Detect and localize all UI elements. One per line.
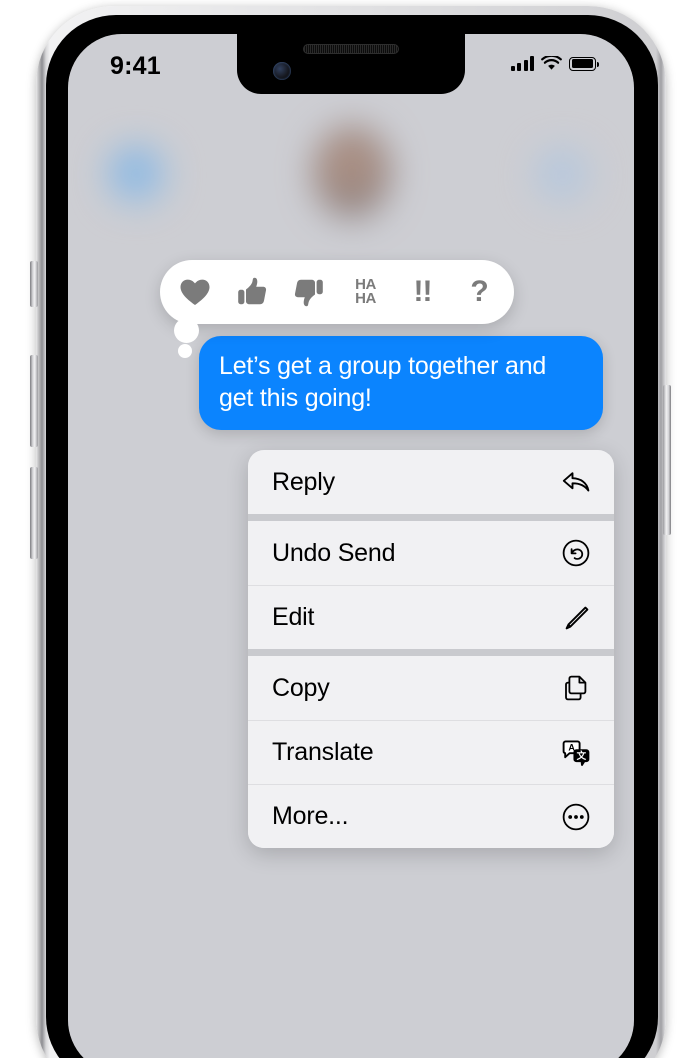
notch (237, 34, 465, 94)
question-label: ? (470, 275, 489, 309)
front-camera-icon (273, 62, 291, 80)
heart-icon[interactable] (172, 269, 218, 315)
menu-group-2: Undo Send Edit (248, 521, 614, 649)
power-button[interactable] (663, 385, 671, 535)
thumbs-up-icon[interactable] (229, 269, 275, 315)
copy-documents-icon (561, 673, 591, 703)
menu-item-reply-label: Reply (272, 467, 335, 496)
svg-text:文: 文 (576, 750, 587, 762)
menu-group-1: Reply (248, 450, 614, 514)
menu-item-copy[interactable]: Copy (248, 656, 614, 720)
translate-bubbles-icon: A 文 (561, 738, 591, 768)
exclamation-label: !! (413, 275, 433, 309)
pencil-icon (561, 603, 591, 633)
tapback-tail-dot-small (178, 344, 192, 358)
menu-item-reply[interactable]: Reply (248, 450, 614, 514)
menu-item-undo-send-label: Undo Send (272, 538, 396, 567)
silent-switch-button[interactable] (30, 261, 38, 307)
menu-item-more[interactable]: More... (248, 784, 614, 848)
tapback-reaction-bar[interactable]: HA HA !! ? (160, 260, 514, 324)
message-text: Let’s get a group together and get this … (219, 352, 547, 412)
menu-group-3: Copy Translate A 文 More... (248, 656, 614, 848)
volume-down-button[interactable] (30, 467, 38, 559)
bubble-tail-icon (581, 406, 609, 430)
thumbs-down-icon[interactable] (286, 269, 332, 315)
undo-circle-icon (561, 538, 591, 568)
menu-item-translate-label: Translate (272, 738, 374, 766)
reply-arrow-icon (561, 467, 591, 497)
message-bubble[interactable]: Let’s get a group together and get this … (199, 336, 603, 430)
menu-item-copy-label: Copy (272, 673, 330, 702)
message-bubble-wrapper: Let’s get a group together and get this … (199, 336, 603, 430)
question-icon[interactable]: ? (457, 269, 503, 315)
menu-item-more-label: More... (272, 802, 349, 830)
message-context-menu[interactable]: Reply Undo Send Edit Copy Translate A 文 … (248, 450, 614, 848)
menu-item-edit[interactable]: Edit (248, 585, 614, 649)
volume-up-button[interactable] (30, 355, 38, 447)
haha-line-2: HA (355, 290, 376, 307)
screenshot-stage: 9:41 HA HA !! ? Let’s get a group togeth… (0, 0, 700, 1058)
ellipsis-circle-icon (561, 802, 591, 832)
haha-icon[interactable]: HA HA (343, 269, 389, 315)
phone-screen: 9:41 HA HA !! ? Let’s get a group togeth… (68, 34, 634, 1058)
menu-item-undo-send[interactable]: Undo Send (248, 521, 614, 585)
menu-item-translate[interactable]: Translate A 文 (248, 720, 614, 784)
menu-item-edit-label: Edit (272, 603, 315, 631)
tapback-tail-dot-large (174, 318, 199, 343)
exclamation-icon[interactable]: !! (400, 269, 446, 315)
speaker-grille-icon (303, 44, 399, 54)
